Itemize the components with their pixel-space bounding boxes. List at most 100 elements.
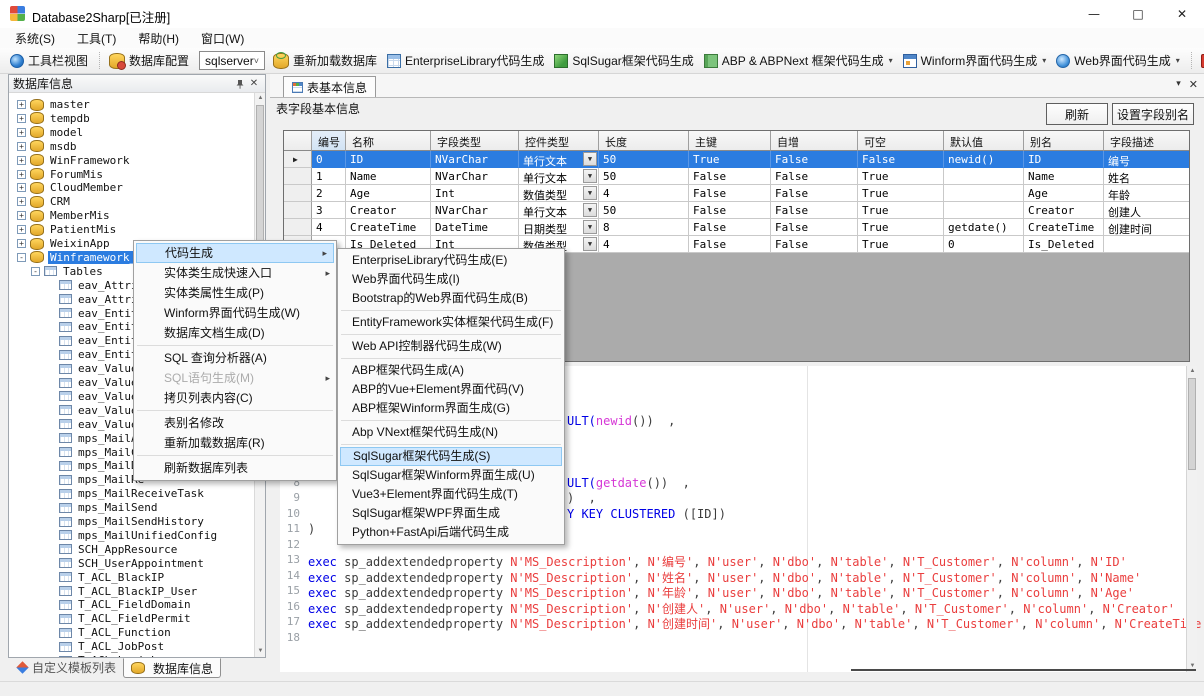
grid-cell[interactable]: ID [346, 151, 431, 168]
context-menu-item-刷新数据库列表[interactable]: 刷新数据库列表 [134, 458, 336, 478]
grid-cell[interactable]: CreateTime [1024, 219, 1104, 236]
grid-cell[interactable]: 创建人 [1104, 202, 1190, 219]
tree-item-table-SCH_UserAppointment[interactable]: SCH_UserAppointment [59, 557, 206, 570]
expand-icon[interactable]: + [17, 225, 26, 234]
grid-column-header-字段描述[interactable]: 字段描述 [1104, 131, 1190, 151]
grid-column-header-编号[interactable]: 编号 [312, 131, 346, 151]
refresh-button[interactable]: 刷新 [1046, 103, 1108, 125]
menubar-item-2[interactable]: 工具(T) [66, 28, 127, 49]
grid-cell[interactable]: 0 [312, 151, 346, 168]
grid-cell[interactable]: 0 [944, 236, 1024, 253]
grid-cell[interactable]: Is_Deleted [1024, 236, 1104, 253]
grid-cell[interactable]: 50 [599, 202, 689, 219]
collapse-icon[interactable]: - [17, 253, 26, 262]
context-menu-item-代码生成[interactable]: 代码生成▸ [136, 243, 334, 263]
grid-cell[interactable]: False [858, 151, 944, 168]
grid-cell[interactable]: False [689, 185, 771, 202]
cell-dropdown-icon[interactable]: ▼ [583, 237, 597, 251]
expand-icon[interactable]: + [17, 128, 26, 137]
expand-icon[interactable]: + [17, 197, 26, 206]
expand-icon[interactable]: + [17, 142, 26, 151]
cell-dropdown-icon[interactable]: ▼ [583, 220, 597, 234]
tree-item-table-T_ACL_BlackIP[interactable]: T_ACL_BlackIP [59, 571, 166, 584]
grid-cell[interactable]: Creator [346, 202, 431, 219]
scroll-down-icon[interactable]: ▼ [255, 646, 266, 657]
splitter-line[interactable] [851, 669, 1196, 671]
grid-cell[interactable]: 数值类型▼ [519, 185, 599, 202]
submenu-item-ABP框架Winform界面生成(G)[interactable]: ABP框架Winform界面生成(G) [338, 399, 564, 418]
tree-item-table-mps_MailUnifiedConfig[interactable]: mps_MailUnifiedConfig [59, 529, 219, 542]
grid-cell[interactable]: False [771, 168, 858, 185]
grid-cell[interactable]: True [858, 168, 944, 185]
tree-item-CloudMember[interactable]: +CloudMember [17, 181, 125, 194]
expand-icon[interactable]: + [17, 100, 26, 109]
grid-cell[interactable]: 3 [312, 202, 346, 219]
grid-cell[interactable]: 4 [599, 236, 689, 253]
menubar-item-3[interactable]: 帮助(H) [127, 28, 190, 49]
grid-column-header-名称[interactable]: 名称 [346, 131, 431, 151]
grid-cell[interactable]: 单行文本▼ [519, 151, 599, 168]
tree-item-table-T_ACL_JobPost[interactable]: T_ACL_JobPost [59, 640, 166, 653]
grid-cell[interactable]: Creator [1024, 202, 1104, 219]
tree-item-msdb[interactable]: +msdb [17, 140, 79, 153]
submenu-item-Vue3+Element界面代码生成(T)[interactable]: Vue3+Element界面代码生成(T) [338, 485, 564, 504]
close-button[interactable]: ✕ [1160, 0, 1204, 28]
grid-column-header-字段类型[interactable]: 字段类型 [431, 131, 519, 151]
menubar-item-4[interactable]: 窗口(W) [190, 28, 255, 49]
tree-item-table-SCH_AppResource[interactable]: SCH_AppResource [59, 543, 179, 556]
context-menu-item-SQL语句生成(M)[interactable]: SQL语句生成(M)▸ [134, 368, 336, 388]
grid-row-selector[interactable]: ▶ [284, 151, 312, 168]
grid-cell[interactable]: True [858, 185, 944, 202]
expand-icon[interactable]: + [17, 114, 26, 123]
context-menu-item-SQL 查询分析器(A)[interactable]: SQL 查询分析器(A) [134, 348, 336, 368]
tree-item-table-T_ACL_Function[interactable]: T_ACL_Function [59, 626, 173, 639]
grid-cell[interactable]: False [771, 185, 858, 202]
grid-column-header-自增[interactable]: 自增 [771, 131, 858, 151]
tree-item-master[interactable]: +master [17, 98, 92, 111]
tree-item-ForumMis[interactable]: +ForumMis [17, 168, 105, 181]
grid-cell[interactable] [944, 202, 1024, 219]
chevron-down-icon[interactable]: ˅ [254, 56, 259, 66]
submenu-item-ABP的Vue+Element界面代码(V)[interactable]: ABP的Vue+Element界面代码(V) [338, 380, 564, 399]
tree-item-tables[interactable]: -Tables [31, 265, 105, 278]
grid-column-header-长度[interactable]: 长度 [599, 131, 689, 151]
toolbar-button-Web界面代码生成[interactable]: Web界面代码生成▾ [1052, 50, 1183, 71]
grid-cell[interactable]: 1 [312, 168, 346, 185]
context-menu-item-拷贝列表内容(C)[interactable]: 拷贝列表内容(C) [134, 388, 336, 408]
left-tab-数据库信息[interactable]: 数据库信息 [123, 658, 221, 678]
grid-cell[interactable]: 创建时间 [1104, 219, 1190, 236]
tree-item-CRM[interactable]: +CRM [17, 195, 72, 208]
toolbar-button-重新加载数据库[interactable]: 重新加载数据库 [269, 50, 381, 71]
cell-dropdown-icon[interactable]: ▼ [583, 203, 597, 217]
pin-icon[interactable] [233, 77, 247, 91]
menubar-item-1[interactable]: 系统(S) [4, 28, 66, 49]
grid-cell[interactable]: Age [1024, 185, 1104, 202]
toolbar-button-Winform界面代码生成[interactable]: Winform界面代码生成▾ [899, 50, 1051, 71]
submenu-item-SqlSugar框架WPF界面生成[interactable]: SqlSugar框架WPF界面生成 [338, 504, 564, 523]
tree-item-tempdb[interactable]: +tempdb [17, 112, 92, 125]
submenu-item-Web界面代码生成(I)[interactable]: Web界面代码生成(I) [338, 270, 564, 289]
grid-cell[interactable]: False [771, 236, 858, 253]
grid-column-header-主键[interactable]: 主键 [689, 131, 771, 151]
cell-dropdown-icon[interactable]: ▼ [583, 169, 597, 183]
maximize-button[interactable]: □ [1116, 0, 1160, 28]
submenu-item-SqlSugar框架Winform界面生成(U)[interactable]: SqlSugar框架Winform界面生成(U) [338, 466, 564, 485]
grid-cell[interactable]: Int [431, 185, 519, 202]
grid-cell[interactable]: NVarChar [431, 202, 519, 219]
grid-column-header-别名[interactable]: 别名 [1024, 131, 1104, 151]
database-type-combobox[interactable]: sqlserver˅ [199, 51, 265, 70]
context-menu-item-重新加载数据库(R)[interactable]: 重新加载数据库(R) [134, 433, 336, 453]
submenu-item-Python+FastApi后端代码生成[interactable]: Python+FastApi后端代码生成 [338, 523, 564, 542]
tree-item-table-T_ACL_FieldDomain[interactable]: T_ACL_FieldDomain [59, 598, 193, 611]
grid-cell[interactable]: Age [346, 185, 431, 202]
collapse-icon[interactable]: - [31, 267, 40, 276]
tree-item-WinFramework[interactable]: +WinFramework [17, 154, 131, 167]
scroll-up-icon[interactable]: ▲ [255, 93, 266, 104]
context-menu-item-Winform界面代码生成(W)[interactable]: Winform界面代码生成(W) [134, 303, 336, 323]
grid-column-header-默认值[interactable]: 默认值 [944, 131, 1024, 151]
grid-cell[interactable]: True [858, 236, 944, 253]
grid-cell[interactable]: False [771, 202, 858, 219]
panel-close-icon[interactable]: ✕ [247, 77, 261, 91]
grid-cell[interactable]: 2 [312, 185, 346, 202]
grid-cell[interactable]: False [771, 151, 858, 168]
